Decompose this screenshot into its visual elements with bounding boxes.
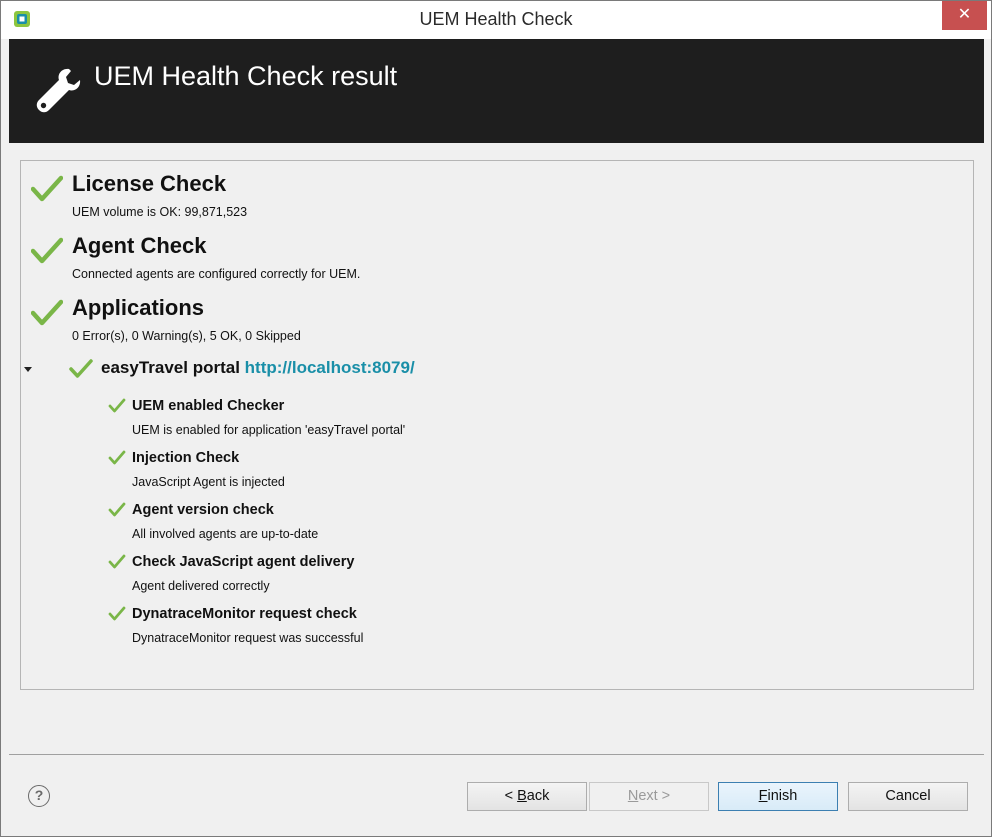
application-name: easyTravel portal <box>101 358 240 377</box>
finish-button-mnemonic: F <box>758 788 768 804</box>
footer-separator <box>9 754 984 755</box>
applications-summary: 0 Error(s), 0 Warning(s), 5 OK, 0 Skippe… <box>72 329 301 343</box>
check-icon <box>108 398 126 413</box>
application-row: easyTravel portal http://localhost:8079/ <box>101 358 415 378</box>
back-button[interactable]: < Back <box>467 782 587 811</box>
window-title: UEM Health Check <box>419 9 573 29</box>
check-icon <box>31 175 63 202</box>
finish-button-label: inish <box>767 788 798 804</box>
application-url-link[interactable]: http://localhost:8079/ <box>245 358 415 377</box>
next-button-label: ext > <box>638 788 671 804</box>
agent-check-title: Agent Check <box>72 233 207 258</box>
subcheck-title: DynatraceMonitor request check <box>132 606 357 622</box>
subcheck-desc: JavaScript Agent is injected <box>132 475 285 489</box>
back-button-prefix: < <box>504 788 518 804</box>
agent-check-desc: Connected agents are configured correctl… <box>72 267 361 281</box>
next-button-mnemonic: N <box>627 788 639 804</box>
license-check-title: License Check <box>72 171 227 196</box>
check-icon <box>69 359 93 378</box>
header-banner: UEM Health Check result <box>9 39 984 143</box>
help-icon[interactable]: ? <box>28 785 50 807</box>
check-icon <box>31 299 63 326</box>
check-icon <box>108 554 126 569</box>
check-icon <box>108 502 126 517</box>
check-icon <box>108 606 126 621</box>
subcheck-desc: Agent delivered correctly <box>132 579 270 593</box>
back-button-mnemonic: B <box>517 788 527 804</box>
results-panel: License Check UEM volume is OK: 99,871,5… <box>20 160 974 690</box>
finish-button[interactable]: Finish <box>718 782 838 811</box>
subcheck-title: Agent version check <box>132 502 274 518</box>
subcheck-title: Check JavaScript agent delivery <box>132 554 355 570</box>
collapse-arrow-icon[interactable] <box>24 367 32 372</box>
check-icon <box>31 237 63 264</box>
close-button[interactable]: ✕ <box>942 1 987 30</box>
banner-title: UEM Health Check result <box>94 61 398 91</box>
title-bar: UEM Health Check ✕ <box>1 1 991 39</box>
subcheck-title: Injection Check <box>132 450 240 466</box>
dialog-window: UEM Health Check ✕ UEM Health Check resu… <box>0 0 992 837</box>
subcheck-desc: All involved agents are up-to-date <box>132 527 319 541</box>
check-icon <box>108 450 126 465</box>
subcheck-title: UEM enabled Checker <box>132 398 285 414</box>
applications-title: Applications <box>72 295 205 320</box>
subcheck-desc: UEM is enabled for application 'easyTrav… <box>132 423 406 437</box>
next-button[interactable]: Next > <box>589 782 709 811</box>
subcheck-desc: DynatraceMonitor request was successful <box>132 631 364 645</box>
cancel-button[interactable]: Cancel <box>848 782 968 811</box>
wrench-icon <box>36 68 81 113</box>
back-button-label: ack <box>526 788 550 804</box>
license-check-desc: UEM volume is OK: 99,871,523 <box>72 205 248 219</box>
